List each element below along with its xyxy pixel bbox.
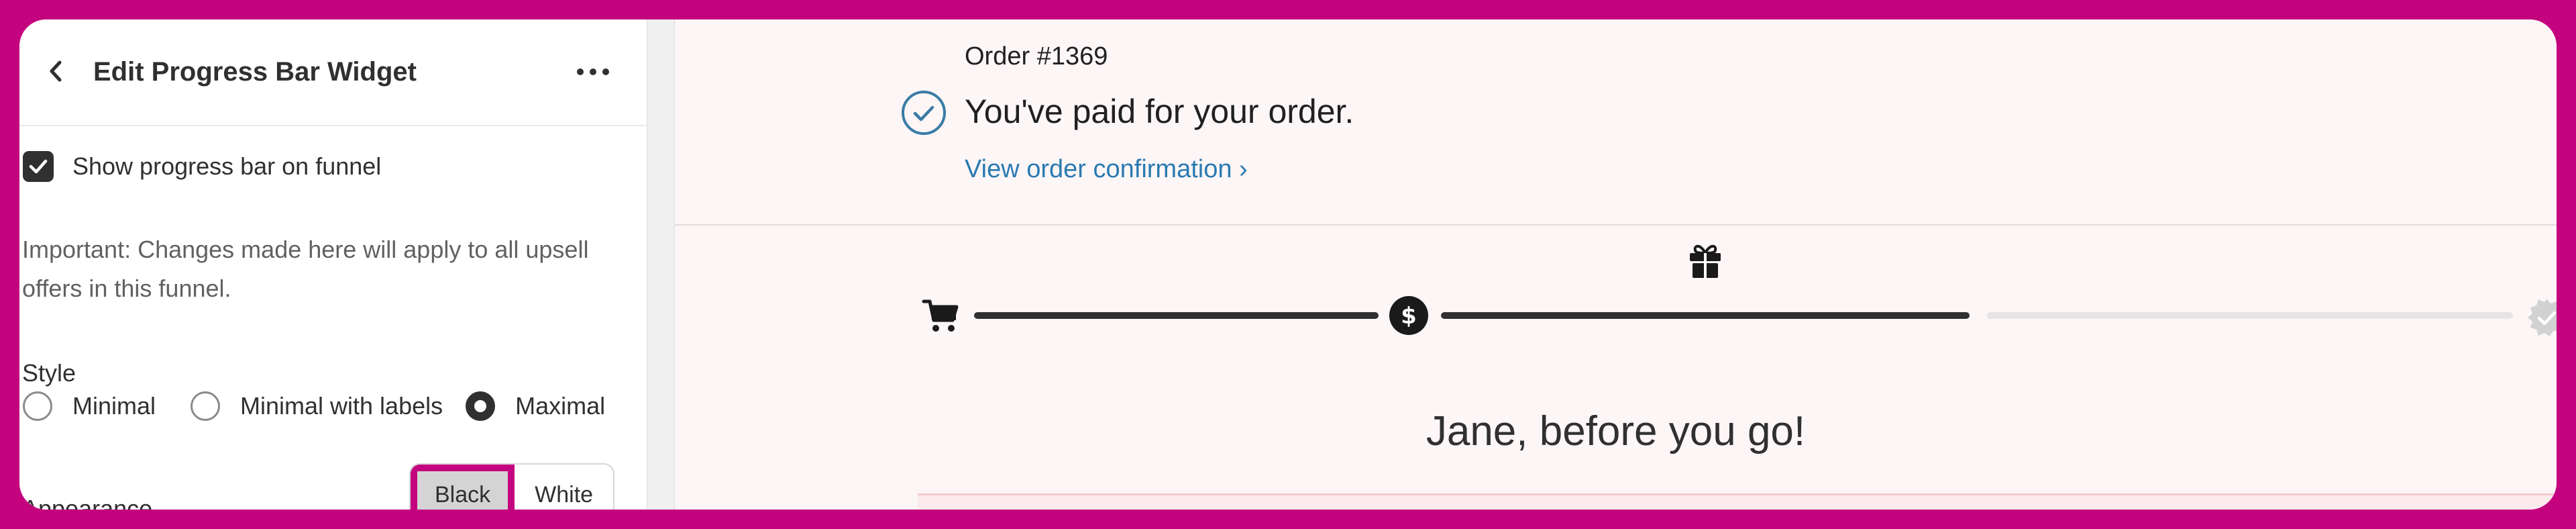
show-progress-row: Show progress bar on funnel <box>23 151 381 182</box>
more-horizontal-icon <box>577 68 609 75</box>
radio-minimal[interactable]: Minimal <box>23 391 156 421</box>
appearance-toggle: Black White <box>409 463 615 510</box>
style-radio-group: Minimal Minimal with labels Maximal <box>23 387 605 425</box>
checkmark-icon <box>29 159 48 174</box>
more-options-button[interactable] <box>570 53 616 91</box>
verified-badge-icon <box>2528 299 2557 336</box>
progress-segment-3 <box>1987 312 2513 319</box>
appearance-white-button[interactable]: White <box>515 465 613 510</box>
radio-minimal-with-labels[interactable]: Minimal with labels <box>191 391 443 421</box>
dollar-icon: $ <box>1389 296 1428 335</box>
editor-panel: Edit Progress Bar Widget Show progress b… <box>19 19 647 510</box>
panel-title: Edit Progress Bar Widget <box>93 57 417 87</box>
progress-segment-2 <box>1441 312 1970 319</box>
funnel-note: Important: Changes made here will apply … <box>22 236 589 302</box>
style-label: Style <box>22 359 76 387</box>
greeting-heading: Jane, before you go! <box>1426 408 1806 454</box>
appearance-black-button[interactable]: Black <box>411 465 515 510</box>
show-progress-checkbox[interactable] <box>23 151 54 182</box>
progress-segment-1 <box>974 312 1379 319</box>
gift-icon <box>1690 244 1721 278</box>
appearance-label: Appearance <box>22 495 153 510</box>
radio-minimal-with-labels-circle[interactable] <box>191 391 221 421</box>
order-status-box: Order #1369 You've paid for your order. … <box>675 19 2557 226</box>
panel-scrollbar[interactable] <box>647 19 675 510</box>
view-order-confirmation-link[interactable]: View order confirmation › <box>965 155 1248 184</box>
radio-maximal[interactable]: Maximal <box>466 391 605 421</box>
show-progress-label: Show progress bar on funnel <box>72 152 382 180</box>
preview-pane: Order #1369 You've paid for your order. … <box>675 19 2557 510</box>
back-button[interactable] <box>40 54 73 88</box>
app-window: Edit Progress Bar Widget Show progress b… <box>19 19 2557 510</box>
check-circle-icon <box>902 91 946 135</box>
panel-header: Edit Progress Bar Widget <box>19 19 647 126</box>
offer-card <box>918 493 2557 510</box>
radio-minimal-circle[interactable] <box>23 391 52 421</box>
progress-bar: $ Jane, before you go! <box>675 225 2557 510</box>
paid-message: You've paid for your order. <box>965 93 1354 130</box>
radio-maximal-label: Maximal <box>515 392 606 420</box>
radio-minimal-with-labels-label: Minimal with labels <box>240 392 443 420</box>
chevron-left-icon <box>50 60 62 82</box>
order-number: Order #1369 <box>965 42 1108 70</box>
svg-text:$: $ <box>1401 303 1417 330</box>
radio-maximal-circle[interactable] <box>466 391 496 421</box>
cart-icon <box>922 299 959 332</box>
radio-minimal-label: Minimal <box>72 392 156 420</box>
